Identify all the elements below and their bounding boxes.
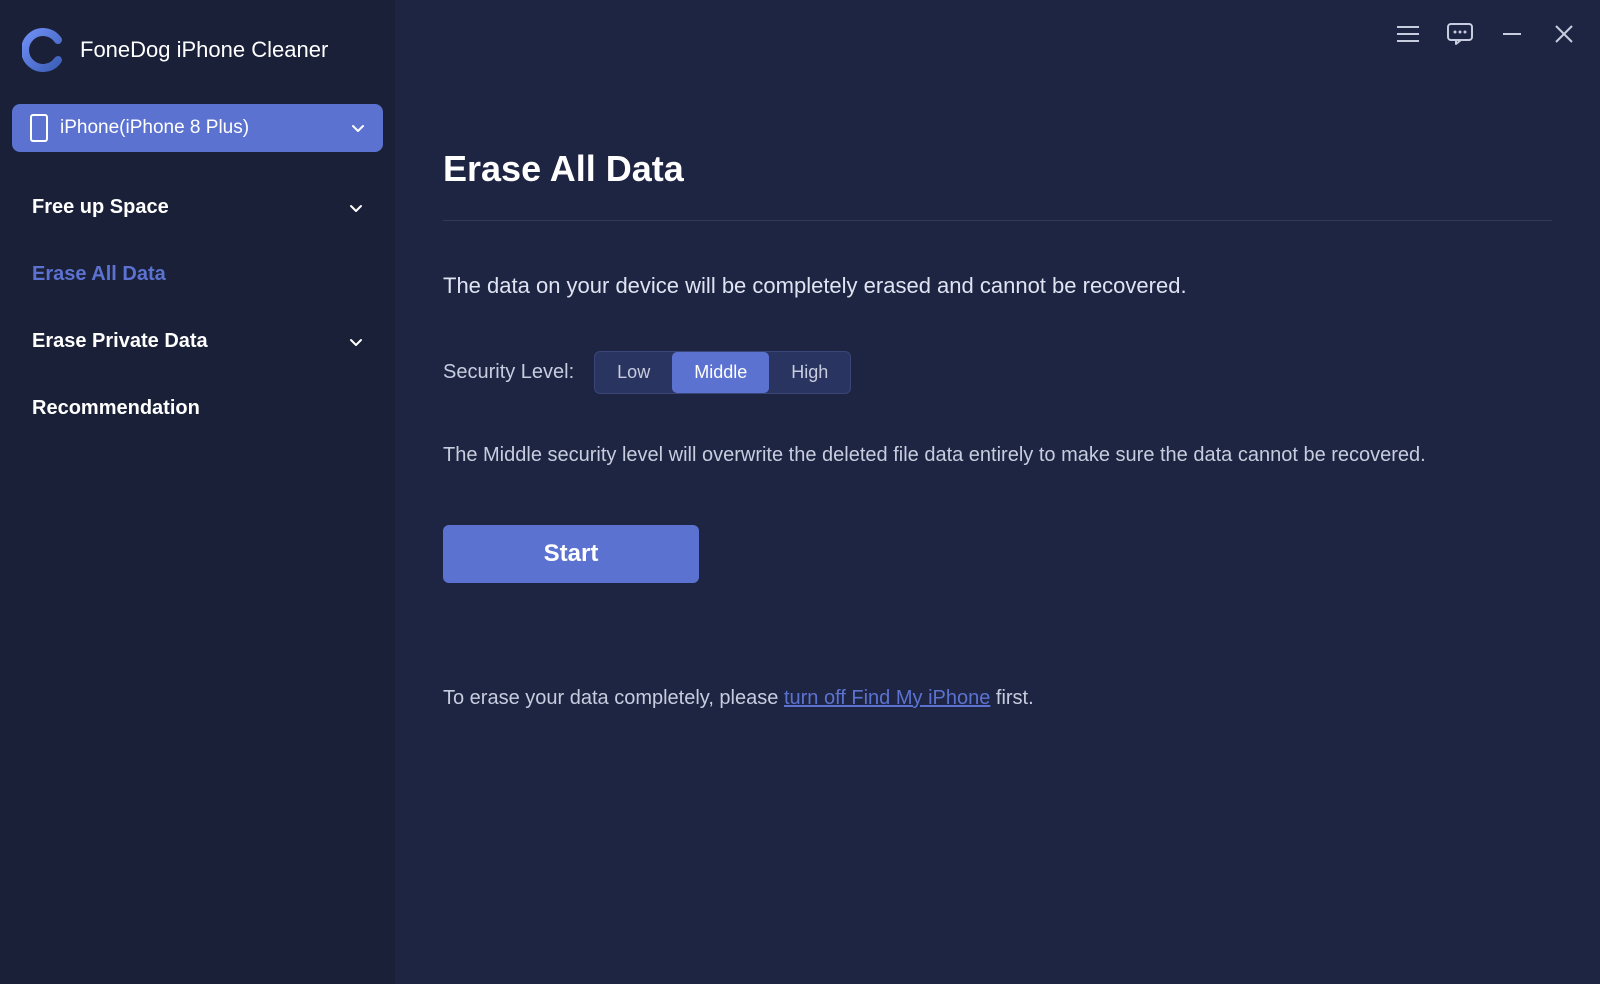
security-level-hint: The Middle security level will overwrite…	[443, 444, 1552, 467]
app-title: FoneDog iPhone Cleaner	[80, 37, 328, 63]
security-level-row: Security Level: Low Middle High	[443, 351, 1552, 394]
sidebar-item-free-up-space[interactable]: Free up Space	[0, 174, 395, 241]
content: Erase All Data The data on your device w…	[443, 0, 1552, 710]
security-level-middle-button[interactable]: Middle	[672, 352, 769, 393]
sidebar-item-erase-all-data[interactable]: Erase All Data	[0, 241, 395, 308]
erase-description: The data on your device will be complete…	[443, 273, 1552, 299]
sidebar-item-label: Erase Private Data	[32, 330, 208, 353]
chevron-down-icon	[349, 201, 363, 215]
security-level-label: Security Level:	[443, 361, 574, 384]
sidebar: FoneDog iPhone Cleaner iPhone(iPhone 8 P…	[0, 0, 395, 984]
sidebar-item-label: Recommendation	[32, 397, 200, 420]
footer-prefix: To erase your data completely, please	[443, 687, 784, 709]
sidebar-item-label: Free up Space	[32, 196, 169, 219]
feedback-icon[interactable]	[1446, 20, 1474, 48]
security-level-selector: Low Middle High	[594, 351, 851, 394]
security-level-high-button[interactable]: High	[769, 352, 850, 393]
footer-suffix: first.	[990, 687, 1033, 709]
find-my-iphone-link[interactable]: turn off Find My iPhone	[784, 687, 990, 709]
page-title: Erase All Data	[443, 148, 1552, 190]
app-logo-icon	[22, 28, 66, 72]
device-label: iPhone(iPhone 8 Plus)	[60, 117, 351, 139]
security-level-low-button[interactable]: Low	[595, 352, 672, 393]
minimize-icon[interactable]	[1498, 20, 1526, 48]
chevron-down-icon	[351, 121, 365, 135]
chevron-down-icon	[349, 335, 363, 349]
sidebar-item-recommendation[interactable]: Recommendation	[0, 375, 395, 442]
main-panel: Erase All Data The data on your device w…	[395, 0, 1600, 984]
start-button[interactable]: Start	[443, 525, 699, 583]
footer-note: To erase your data completely, please tu…	[443, 687, 1552, 710]
divider	[443, 220, 1552, 221]
logo-block: FoneDog iPhone Cleaner	[0, 28, 395, 72]
titlebar-controls	[1394, 20, 1578, 48]
close-icon[interactable]	[1550, 20, 1578, 48]
sidebar-item-erase-private-data[interactable]: Erase Private Data	[0, 308, 395, 375]
phone-icon	[30, 114, 48, 142]
device-selector[interactable]: iPhone(iPhone 8 Plus)	[12, 104, 383, 152]
sidebar-item-label: Erase All Data	[32, 263, 166, 286]
menu-icon[interactable]	[1394, 20, 1422, 48]
